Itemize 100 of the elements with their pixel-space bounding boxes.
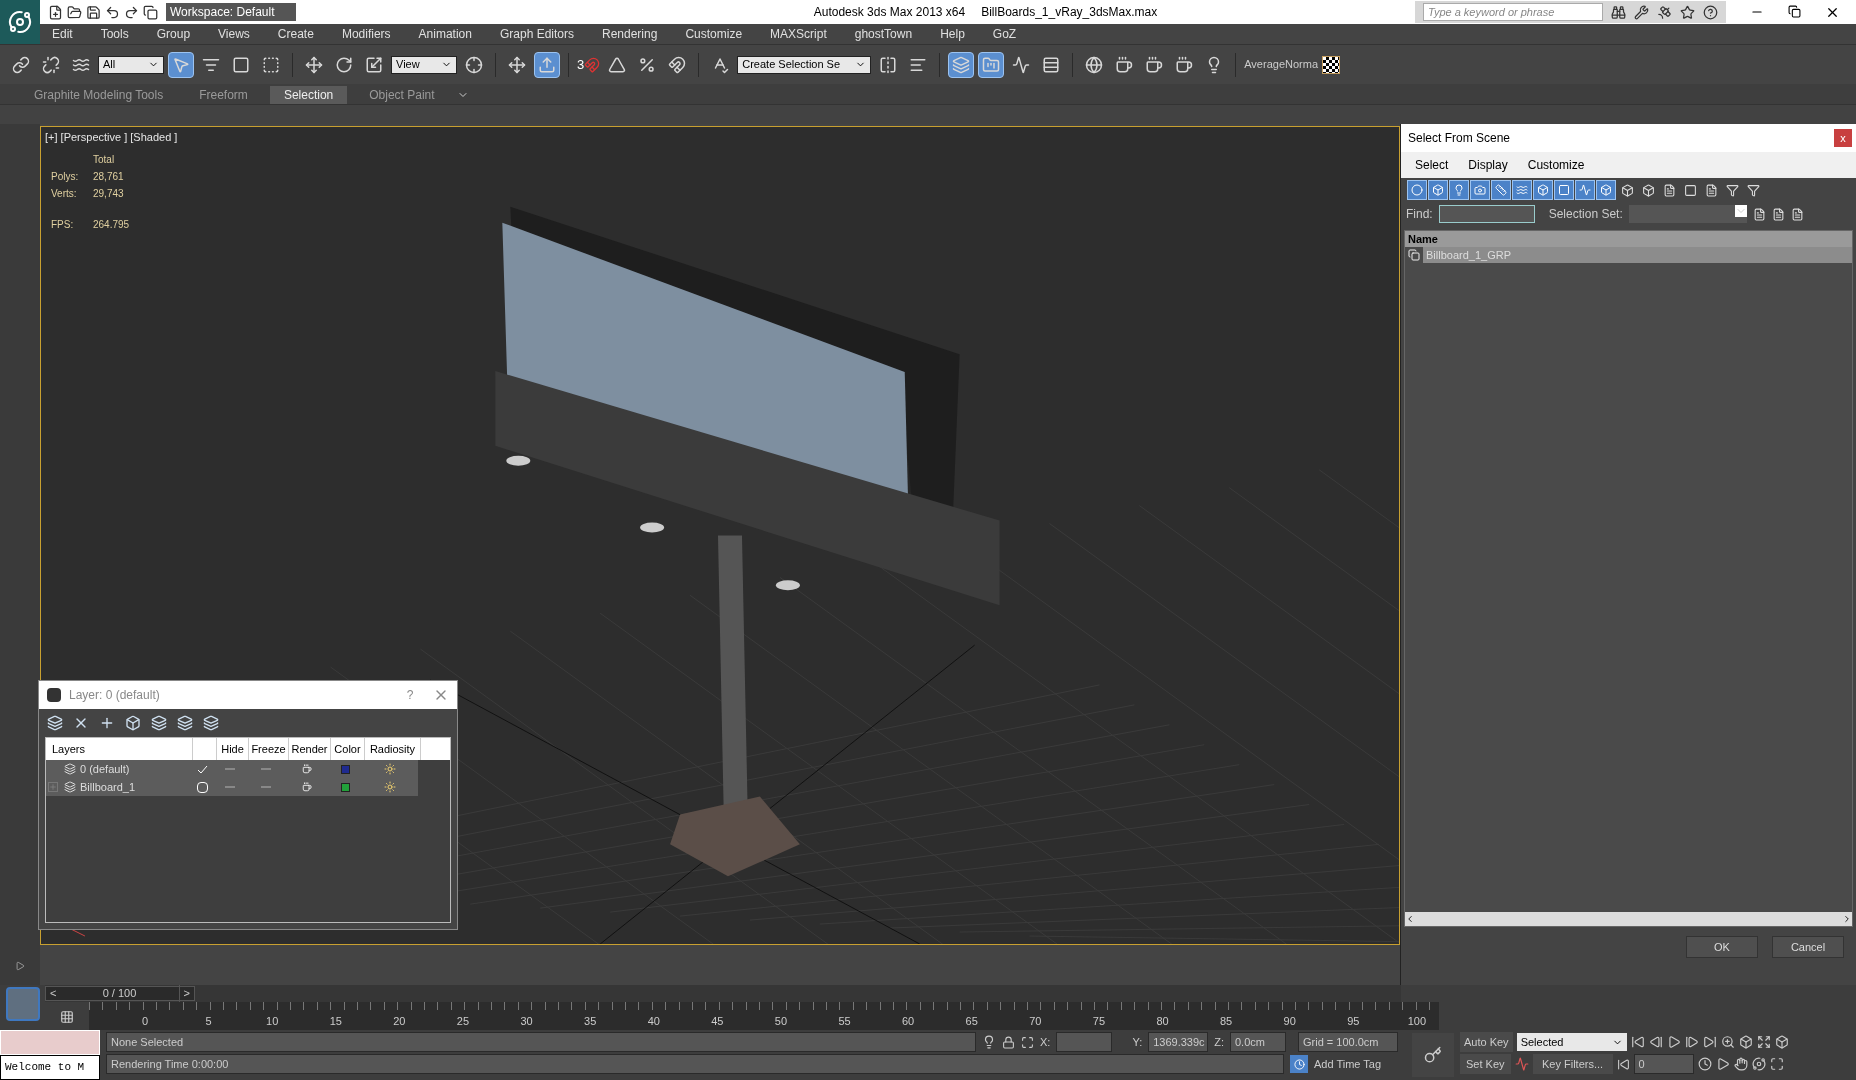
set-key-mode-icon[interactable] bbox=[1412, 1033, 1454, 1077]
curve-icon[interactable] bbox=[1514, 1057, 1529, 1071]
menu-item[interactable]: Display bbox=[1468, 156, 1508, 174]
filter-icon[interactable] bbox=[1554, 180, 1574, 200]
lock-icon[interactable] bbox=[1002, 1035, 1015, 1049]
help-icon[interactable] bbox=[1703, 4, 1718, 20]
viewport-label[interactable]: [+] [Perspective ] [Shaded ] bbox=[45, 129, 1399, 146]
navigation-icon[interactable] bbox=[1715, 1057, 1730, 1071]
time-slider-track[interactable]: < 0 / 100 > bbox=[45, 985, 1401, 1002]
set-key-button[interactable]: Set Key bbox=[1460, 1054, 1511, 1074]
x-field[interactable] bbox=[1056, 1032, 1113, 1052]
menu-item[interactable]: Create bbox=[277, 25, 314, 43]
filter-icon[interactable] bbox=[1491, 180, 1511, 200]
new-layer-icon[interactable] bbox=[47, 715, 63, 731]
menu-item[interactable]: Views bbox=[218, 25, 250, 43]
key-mode-dropdown[interactable]: Selected bbox=[1516, 1033, 1627, 1051]
filter-icon[interactable] bbox=[1596, 180, 1616, 200]
current-layer-checkbox[interactable] bbox=[196, 781, 208, 793]
dialog-button[interactable]: OK bbox=[1686, 936, 1758, 958]
menu-item[interactable]: ghostTown bbox=[854, 25, 913, 43]
absolute-mode-icon[interactable] bbox=[1021, 1035, 1034, 1049]
horizontal-scrollbar[interactable] bbox=[1405, 912, 1852, 926]
selection-filter-dropdown[interactable]: All bbox=[98, 55, 164, 74]
filter-icon[interactable] bbox=[1470, 180, 1490, 200]
new-file-icon[interactable] bbox=[48, 4, 63, 20]
selection-set-dropdown[interactable] bbox=[1628, 205, 1747, 223]
scene-explorer-icon[interactable] bbox=[978, 51, 1005, 78]
add-icon[interactable] bbox=[99, 715, 115, 731]
menu-item[interactable]: Edit bbox=[52, 25, 73, 43]
highlight-layer-icon[interactable] bbox=[151, 715, 167, 731]
column-header[interactable]: Name bbox=[1405, 231, 1852, 247]
auto-key-button[interactable]: Auto Key bbox=[1460, 1032, 1513, 1052]
ribbon-tab[interactable]: Selection bbox=[269, 86, 348, 104]
key-mode-toggle-icon[interactable] bbox=[1616, 1057, 1630, 1071]
expand-arrow-icon[interactable] bbox=[15, 961, 25, 971]
ribbon-tab[interactable]: Graphite Modeling Tools bbox=[20, 86, 178, 104]
scroll-right-icon[interactable] bbox=[1842, 914, 1852, 924]
ribbon-tab[interactable]: Freeform bbox=[185, 86, 262, 104]
undo-icon[interactable] bbox=[105, 4, 120, 20]
restore-icon[interactable] bbox=[1788, 4, 1801, 20]
wrench-icon[interactable] bbox=[1634, 4, 1649, 20]
menu-item[interactable]: MAXScript bbox=[770, 25, 827, 43]
isolate-icon[interactable] bbox=[982, 1035, 996, 1049]
workspace-dropdown[interactable]: Workspace: Default bbox=[166, 3, 296, 21]
select-objects-icon[interactable] bbox=[125, 715, 141, 731]
menu-item[interactable]: GoZ bbox=[992, 25, 1017, 43]
menu-item[interactable]: Graph Editors bbox=[499, 25, 574, 43]
navigation-icon[interactable] bbox=[1769, 1057, 1784, 1071]
filter-icon[interactable] bbox=[1533, 180, 1553, 200]
scroll-left-icon[interactable] bbox=[1405, 914, 1415, 924]
freeze-all-icon[interactable] bbox=[203, 715, 219, 731]
navigation-icon[interactable] bbox=[1733, 1057, 1748, 1071]
radiosity-icon[interactable] bbox=[384, 763, 396, 775]
y-field[interactable]: 1369.339c bbox=[1148, 1032, 1209, 1052]
filter-icon[interactable] bbox=[1575, 180, 1595, 200]
listener-field[interactable]: Welcome to M bbox=[0, 1055, 100, 1080]
track-bar[interactable]: 0 5 10 15 20 25 30 35 40 45 50 55 60 65 70 75 80 85 90 95 100 bbox=[89, 1002, 1439, 1030]
search-field[interactable]: Type a keyword or phrase bbox=[1423, 3, 1603, 21]
menu-item[interactable]: Rendering bbox=[602, 25, 658, 43]
menu-item[interactable]: Group bbox=[156, 25, 191, 43]
layer-manager-icon[interactable] bbox=[948, 51, 975, 78]
save-icon[interactable] bbox=[86, 4, 101, 20]
binoculars-icon[interactable] bbox=[1611, 4, 1626, 20]
filter-icon[interactable] bbox=[1428, 180, 1448, 200]
menu-item[interactable]: Modifiers bbox=[341, 25, 391, 43]
snap-toggle[interactable]: 3 bbox=[577, 54, 601, 75]
layer-color-swatch[interactable] bbox=[340, 764, 350, 774]
frame-counter[interactable]: < 0 / 100 > bbox=[45, 986, 195, 1001]
help-button[interactable]: ? bbox=[395, 686, 425, 704]
document-icon[interactable] bbox=[1771, 207, 1785, 221]
document-icon[interactable] bbox=[1790, 207, 1804, 221]
menu-item[interactable]: Help bbox=[940, 25, 965, 43]
key-filters-button[interactable]: Key Filters... bbox=[1532, 1054, 1613, 1074]
ribbon-tab[interactable]: Object Paint bbox=[355, 86, 449, 104]
layer-color-swatch[interactable] bbox=[340, 782, 350, 792]
dialog-button[interactable]: Cancel bbox=[1772, 936, 1844, 958]
time-tag-icon[interactable] bbox=[1290, 1055, 1308, 1073]
menu-item[interactable]: Select bbox=[1415, 156, 1449, 174]
navigation-icon[interactable] bbox=[1697, 1057, 1712, 1071]
menu-item[interactable]: Customize bbox=[685, 25, 743, 43]
find-field[interactable] bbox=[1438, 205, 1535, 223]
named-selection-dropdown[interactable]: Create Selection Se bbox=[737, 55, 872, 74]
document-icon[interactable] bbox=[1752, 207, 1766, 221]
filter-icon[interactable] bbox=[1512, 180, 1532, 200]
redo-icon[interactable] bbox=[124, 4, 139, 20]
filter-icon[interactable] bbox=[1449, 180, 1469, 200]
checker-icon[interactable] bbox=[1322, 55, 1340, 74]
menu-item[interactable]: Animation bbox=[418, 25, 472, 43]
listener-mini-field[interactable] bbox=[0, 1030, 100, 1055]
add-time-tag[interactable]: Add Time Tag bbox=[1314, 1055, 1382, 1073]
close-button[interactable]: x bbox=[1834, 129, 1852, 147]
satellite-icon[interactable] bbox=[1657, 4, 1672, 20]
reference-coordinate-dropdown[interactable]: View bbox=[391, 55, 457, 74]
viewport-thumbnail-button[interactable] bbox=[5, 987, 40, 1021]
menu-item[interactable]: Customize bbox=[1527, 156, 1585, 174]
star-icon[interactable] bbox=[1680, 4, 1695, 20]
plugin-label[interactable]: AverageNorma bbox=[1244, 56, 1318, 73]
radiosity-icon[interactable] bbox=[384, 781, 396, 793]
menu-item[interactable]: Tools bbox=[100, 25, 129, 43]
current-layer-checkbox[interactable] bbox=[196, 763, 208, 775]
